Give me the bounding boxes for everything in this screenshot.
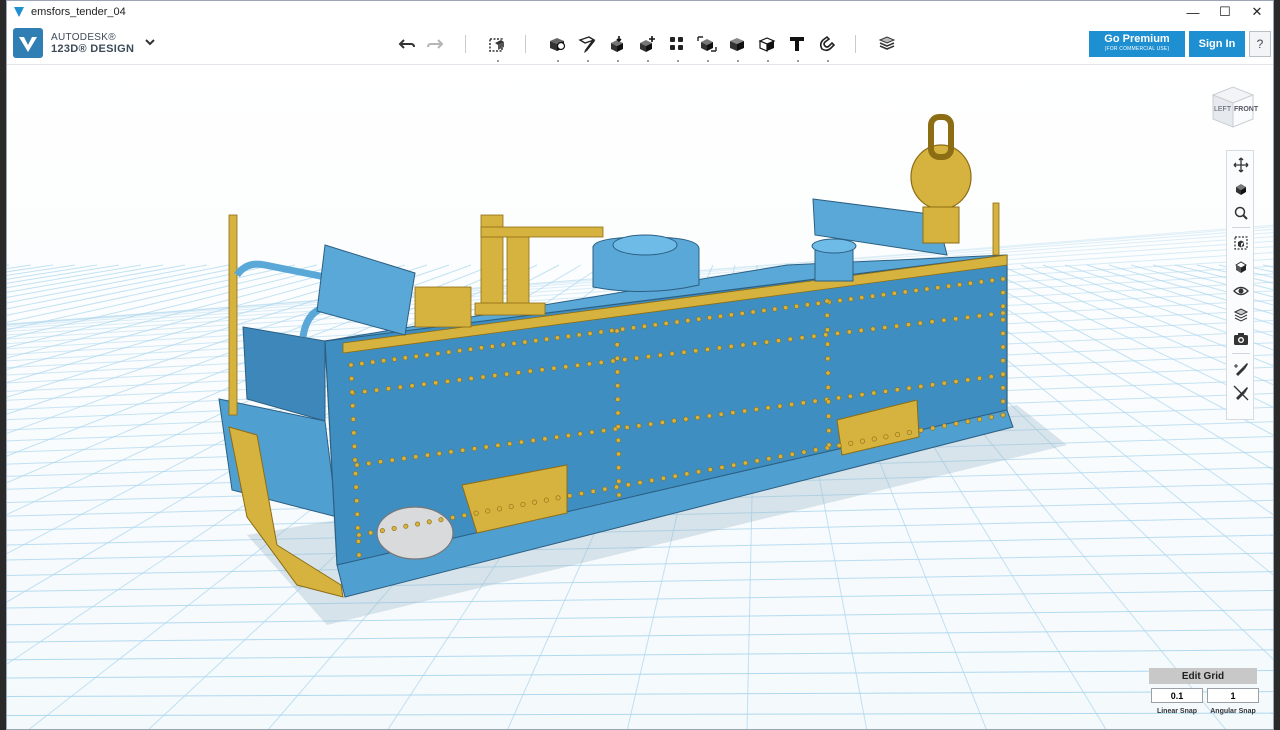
views-icon bbox=[1235, 261, 1247, 273]
construct-icon bbox=[611, 36, 623, 52]
undo-button[interactable] bbox=[395, 32, 419, 56]
text-icon bbox=[790, 37, 804, 51]
measure-icon bbox=[758, 37, 776, 52]
pattern-icon bbox=[670, 37, 683, 50]
grid-panel: Edit Grid 0.1 1 Linear Snap Angular Snap bbox=[1149, 668, 1259, 726]
fit-icon bbox=[1234, 236, 1248, 250]
brush-icon bbox=[1234, 363, 1248, 376]
go-premium-button[interactable]: Go Premium (FOR COMMERCIAL USE) bbox=[1089, 31, 1185, 57]
premium-title: Go Premium bbox=[1104, 33, 1170, 45]
visibility-button[interactable] bbox=[1231, 281, 1251, 301]
orbit-button[interactable] bbox=[1231, 179, 1251, 199]
materials-icon bbox=[1233, 308, 1249, 322]
group-icon bbox=[697, 36, 717, 52]
app-menu-chevron-icon[interactable] bbox=[143, 35, 157, 49]
zoom-button[interactable] bbox=[1231, 203, 1251, 223]
undo-icon bbox=[398, 39, 415, 49]
primitives-icon bbox=[550, 38, 566, 51]
snap-button[interactable] bbox=[815, 32, 839, 62]
material-button[interactable] bbox=[875, 32, 899, 56]
angular-snap-label: Angular Snap bbox=[1210, 708, 1256, 715]
toolbar-divider bbox=[855, 35, 856, 53]
construct-button[interactable] bbox=[605, 32, 629, 62]
text-button[interactable] bbox=[785, 32, 809, 62]
linear-snap-label: Linear Snap bbox=[1156, 708, 1198, 715]
view-cube[interactable]: LEFT FRONT bbox=[1205, 79, 1261, 135]
transform-icon bbox=[489, 38, 504, 52]
model-dome-cap bbox=[612, 234, 678, 256]
primitives-button[interactable] bbox=[545, 32, 569, 62]
window-title: emsfors_tender_04 bbox=[31, 6, 126, 18]
zoom-icon bbox=[1234, 206, 1248, 220]
brush-off-icon bbox=[1233, 385, 1249, 401]
transform-button[interactable] bbox=[485, 32, 509, 62]
model-filler-cap bbox=[811, 238, 857, 254]
linear-snap-input[interactable]: 0.1 bbox=[1151, 688, 1203, 703]
premium-subtitle: (FOR COMMERCIAL USE) bbox=[1104, 46, 1170, 52]
help-button[interactable]: ? bbox=[1249, 31, 1271, 57]
minimize-button[interactable]: — bbox=[1177, 1, 1209, 23]
screenshot-button[interactable] bbox=[1231, 329, 1251, 349]
materials-button[interactable] bbox=[1231, 305, 1251, 325]
eye-icon bbox=[1233, 286, 1249, 296]
app-icon bbox=[14, 7, 24, 17]
view-cube-front-face[interactable]: FRONT bbox=[1234, 106, 1259, 113]
3d-viewport[interactable]: LEFT FRONT Edit Grid 0.1 1 Linear Snap A… bbox=[7, 65, 1273, 730]
combine-button[interactable] bbox=[725, 32, 749, 62]
view-cube-left-face[interactable]: LEFT bbox=[1214, 106, 1232, 113]
pan-button[interactable] bbox=[1231, 155, 1251, 175]
model-wheel bbox=[376, 506, 454, 560]
navigation-bar bbox=[1226, 150, 1254, 420]
edit-grid-button[interactable]: Edit Grid bbox=[1149, 668, 1257, 684]
close-button[interactable]: ✕ bbox=[1241, 1, 1273, 23]
angular-snap-input[interactable]: 1 bbox=[1207, 688, 1259, 703]
orbit-icon bbox=[1236, 184, 1246, 195]
model-pipe-right bbox=[992, 202, 1000, 256]
maximize-button[interactable]: ☐ bbox=[1209, 1, 1241, 23]
sign-in-button[interactable]: Sign In bbox=[1189, 31, 1245, 57]
tool-b-button[interactable] bbox=[1231, 383, 1251, 403]
brand-company: AUTODESK® bbox=[51, 32, 116, 43]
app-logo-icon bbox=[13, 28, 43, 58]
navbar-divider bbox=[1232, 227, 1250, 228]
views-button[interactable] bbox=[1231, 257, 1251, 277]
app-window: emsfors_tender_04 — ☐ ✕ AUTODESK® 123D® … bbox=[6, 0, 1274, 730]
pattern-button[interactable] bbox=[665, 32, 689, 62]
camera-icon bbox=[1234, 333, 1248, 345]
combine-icon bbox=[730, 38, 744, 51]
scene-canvas[interactable] bbox=[7, 65, 1273, 730]
group-button[interactable] bbox=[695, 32, 719, 62]
material-icon bbox=[878, 36, 896, 50]
modify-button[interactable] bbox=[635, 32, 659, 62]
snap-icon bbox=[819, 35, 836, 52]
measure-button[interactable] bbox=[755, 32, 779, 62]
toolbar-divider bbox=[525, 35, 526, 53]
navbar-divider bbox=[1232, 353, 1250, 354]
main-toolbar: AUTODESK® 123D® DESIGN Go Premium (FOR C… bbox=[7, 23, 1273, 65]
model-lamp-base bbox=[922, 206, 960, 244]
tool-a-button[interactable] bbox=[1231, 359, 1251, 379]
pan-icon bbox=[1233, 157, 1249, 173]
title-bar: emsfors_tender_04 — ☐ ✕ bbox=[7, 1, 1273, 23]
sketch-button[interactable] bbox=[575, 32, 599, 62]
toolbar-divider bbox=[465, 35, 466, 53]
redo-icon bbox=[427, 39, 444, 49]
modify-icon bbox=[640, 36, 655, 52]
model-pipe bbox=[228, 214, 238, 416]
fit-button[interactable] bbox=[1231, 233, 1251, 253]
redo-button[interactable] bbox=[423, 32, 447, 56]
brand-product: 123D® DESIGN bbox=[51, 43, 135, 55]
window-controls: — ☐ ✕ bbox=[1177, 1, 1273, 23]
sketch-icon bbox=[578, 36, 596, 53]
